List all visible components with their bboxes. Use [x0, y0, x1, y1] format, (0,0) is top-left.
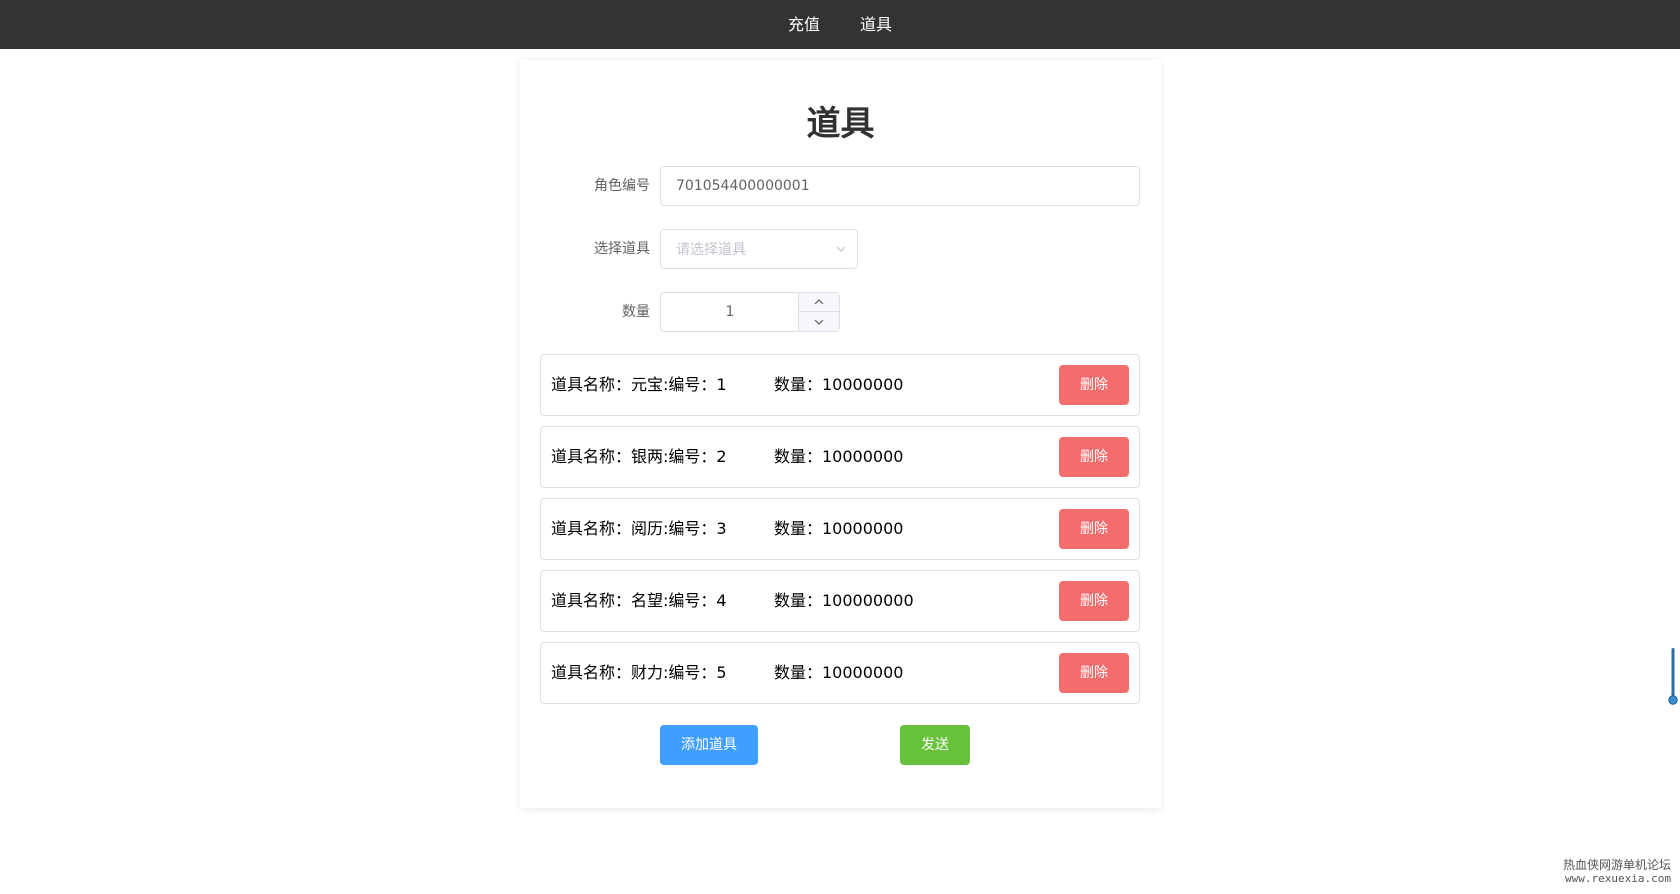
chevron-up-icon [814, 299, 824, 305]
list-item: 道具名称：元宝:编号：1 数量：10000000 删除 [540, 354, 1140, 416]
list-item: 道具名称：阅历:编号：3 数量：10000000 删除 [540, 498, 1140, 560]
item-name: 道具名称：财力:编号：5 [551, 663, 727, 682]
increase-button[interactable] [799, 293, 839, 312]
delete-button[interactable]: 删除 [1059, 509, 1129, 549]
item-quantity: 数量：100000000 [774, 591, 914, 610]
quantity-value[interactable]: 1 [661, 302, 799, 322]
list-item: 道具名称：名望:编号：4 数量：100000000 删除 [540, 570, 1140, 632]
item-name: 道具名称：阅历:编号：3 [551, 519, 727, 538]
decrease-button[interactable] [799, 312, 839, 331]
nav-item-recharge[interactable]: 充值 [788, 15, 820, 35]
scroll-handle-icon[interactable] [1668, 648, 1678, 706]
chevron-down-icon [836, 246, 846, 252]
item-name: 道具名称：元宝:编号：1 [551, 375, 727, 394]
select-prop-label: 选择道具 [594, 241, 650, 257]
item-quantity: 数量：10000000 [774, 375, 904, 394]
delete-button[interactable]: 删除 [1059, 437, 1129, 477]
item-name: 道具名称：银两:编号：2 [551, 447, 727, 466]
role-id-input[interactable]: 701054400000001 [660, 166, 1140, 206]
list-item: 道具名称：银两:编号：2 数量：10000000 删除 [540, 426, 1140, 488]
delete-button[interactable]: 删除 [1059, 581, 1129, 621]
chevron-down-icon [814, 319, 824, 325]
prop-list: 道具名称：元宝:编号：1 数量：10000000 删除 道具名称：银两:编号：2… [540, 354, 1160, 714]
stepper-controls [798, 293, 839, 331]
nav-item-props[interactable]: 道具 [860, 15, 892, 35]
item-name: 道具名称：名望:编号：4 [551, 591, 727, 610]
quantity-stepper[interactable]: 1 [660, 292, 840, 332]
quantity-label: 数量 [622, 304, 650, 320]
delete-button[interactable]: 删除 [1059, 365, 1129, 405]
add-prop-button[interactable]: 添加道具 [660, 725, 758, 765]
delete-button[interactable]: 删除 [1059, 653, 1129, 693]
role-id-label: 角色编号 [594, 178, 650, 194]
watermark-text: 热血侠网游单机论坛 [1562, 858, 1671, 872]
send-button[interactable]: 发送 [900, 725, 970, 765]
item-quantity: 数量：10000000 [774, 447, 904, 466]
top-navbar: 充值 道具 [0, 0, 1680, 49]
list-item: 道具名称：财力:编号：5 数量：10000000 删除 [540, 642, 1140, 704]
item-quantity: 数量：10000000 [774, 663, 904, 682]
prop-select[interactable]: 请选择道具 [660, 229, 858, 269]
props-card: 道具 角色编号 701054400000001 选择道具 请选择道具 数量 1 … [520, 60, 1161, 808]
prop-select-placeholder: 请选择道具 [676, 242, 746, 258]
item-quantity: 数量：10000000 [774, 519, 904, 538]
page-title: 道具 [806, 104, 875, 144]
watermark-url: www.rexuexia.com [1565, 872, 1671, 885]
